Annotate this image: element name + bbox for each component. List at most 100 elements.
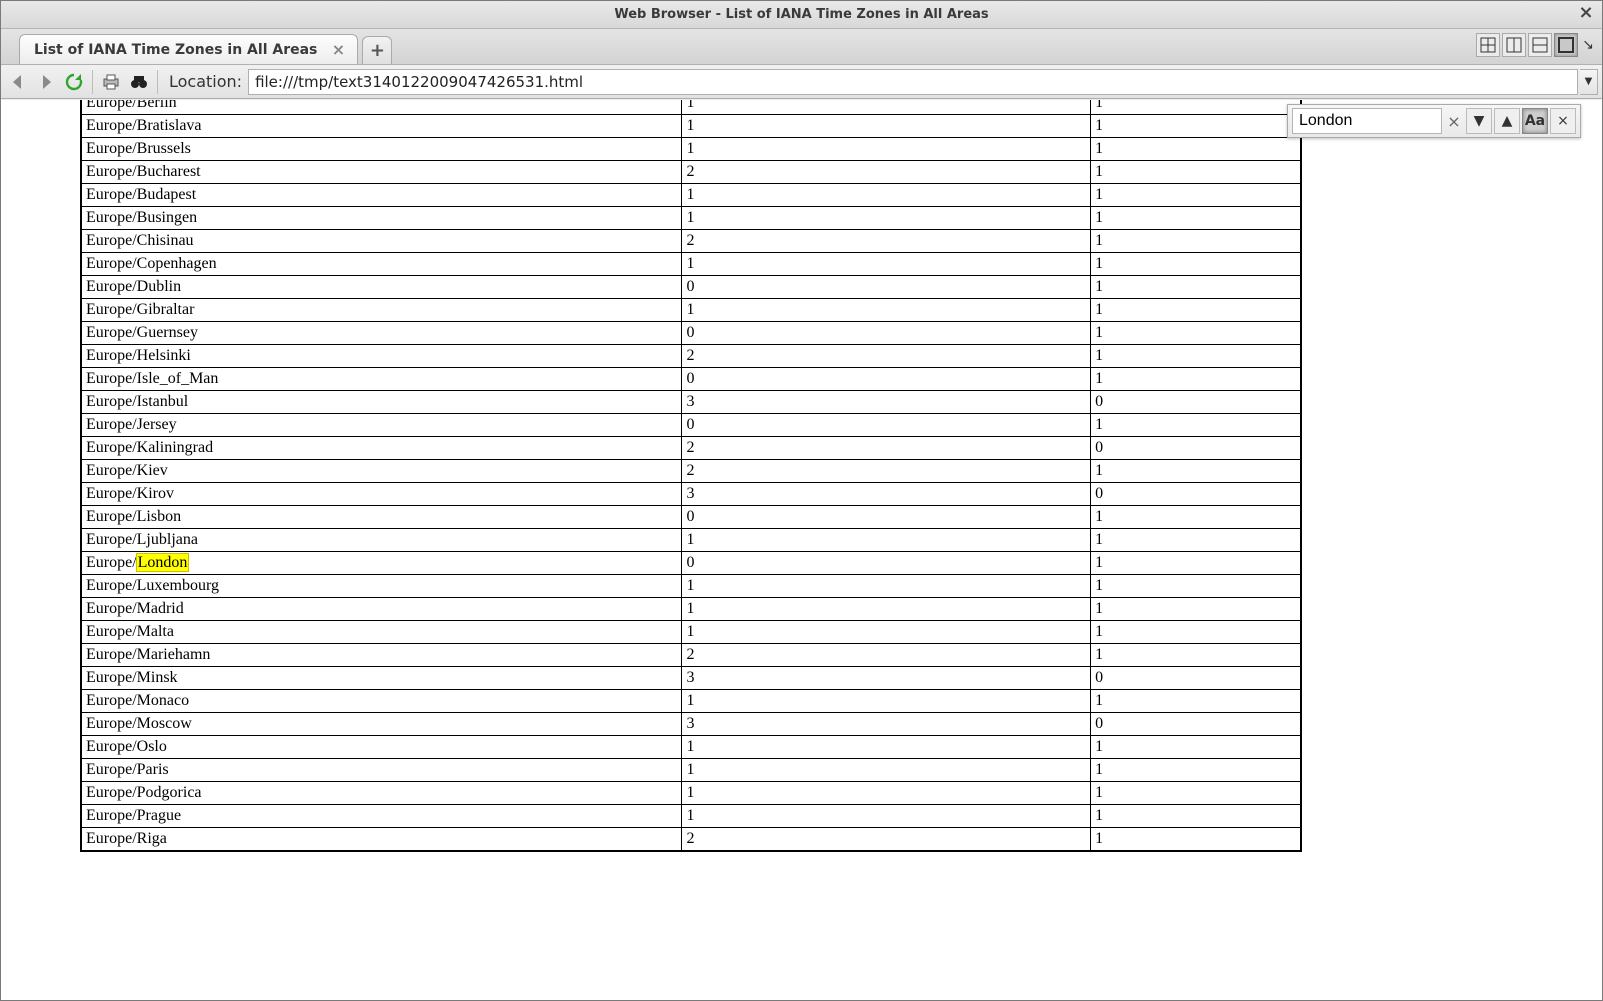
table-row: Europe/Istanbul30 [81, 391, 1301, 414]
forward-button[interactable] [33, 69, 59, 95]
tz-name-cell: Europe/Jersey [81, 414, 682, 437]
print-button[interactable] [98, 69, 124, 95]
toolbar-separator [92, 70, 93, 94]
tz-col3-cell: 1 [1091, 736, 1301, 759]
grid-icon [1480, 37, 1496, 53]
tz-col2-cell: 2 [682, 828, 1091, 852]
table-row: Europe/Bucharest21 [81, 161, 1301, 184]
find-case-toggle[interactable]: Aa [1522, 108, 1548, 134]
tz-col3-cell: 1 [1091, 805, 1301, 828]
window-titlebar: Web Browser - List of IANA Time Zones in… [1, 1, 1602, 29]
tz-name-cell: Europe/Chisinau [81, 230, 682, 253]
find-input[interactable] [1292, 108, 1442, 134]
table-row: Europe/Malta11 [81, 621, 1301, 644]
table-row: Europe/Prague11 [81, 805, 1301, 828]
table-row: Europe/Guernsey01 [81, 322, 1301, 345]
tz-col3-cell: 0 [1091, 391, 1301, 414]
tab-overflow-button[interactable]: ↘ [1580, 37, 1596, 53]
find-next-button[interactable]: ▼ [1466, 108, 1492, 134]
table-row: Europe/Copenhagen11 [81, 253, 1301, 276]
tz-col3-cell: 1 [1091, 414, 1301, 437]
tz-col2-cell: 2 [682, 230, 1091, 253]
location-dropdown-button[interactable]: ▼ [1580, 69, 1598, 95]
table-row: Europe/London01 [81, 552, 1301, 575]
tz-col3-cell: 1 [1091, 644, 1301, 667]
tz-name-cell: Europe/Guernsey [81, 322, 682, 345]
back-button[interactable] [5, 69, 31, 95]
window-close-button[interactable]: × [1576, 3, 1596, 23]
location-input[interactable] [248, 69, 1578, 95]
tz-col3-cell: 0 [1091, 713, 1301, 736]
tz-name-cell: Europe/Berlin [81, 100, 682, 115]
nav-toolbar: Location: ▼ [1, 65, 1602, 99]
tz-col2-cell: 1 [682, 299, 1091, 322]
table-row: Europe/Moscow30 [81, 713, 1301, 736]
find-clear-button[interactable]: × [1444, 112, 1464, 131]
table-row: Europe/Monaco11 [81, 690, 1301, 713]
table-row: Europe/Gibraltar11 [81, 299, 1301, 322]
table-row: Europe/Kirov30 [81, 483, 1301, 506]
table-row: Europe/Dublin01 [81, 276, 1301, 299]
tz-name-cell: Europe/Helsinki [81, 345, 682, 368]
tz-col3-cell: 1 [1091, 115, 1301, 138]
find-prev-button[interactable]: ▲ [1494, 108, 1520, 134]
tz-col2-cell: 1 [682, 253, 1091, 276]
printer-icon [101, 72, 121, 92]
tz-col2-cell: 2 [682, 437, 1091, 460]
split-vertical-icon [1506, 37, 1522, 53]
new-tab-button[interactable]: + [362, 36, 392, 64]
table-row: Europe/Minsk30 [81, 667, 1301, 690]
table-row: Europe/Helsinki21 [81, 345, 1301, 368]
tz-col2-cell: 1 [682, 598, 1091, 621]
table-row: Europe/Lisbon01 [81, 506, 1301, 529]
find-button[interactable] [126, 69, 152, 95]
split-horizontal-button[interactable] [1528, 33, 1552, 57]
tz-col2-cell: 3 [682, 713, 1091, 736]
table-row: Europe/Chisinau21 [81, 230, 1301, 253]
tz-col3-cell: 1 [1091, 506, 1301, 529]
split-grid-button[interactable] [1476, 33, 1500, 57]
tz-col2-cell: 1 [682, 529, 1091, 552]
tz-name-cell: Europe/Istanbul [81, 391, 682, 414]
table-row: Europe/Berlin11 [81, 100, 1301, 115]
tz-col3-cell: 1 [1091, 299, 1301, 322]
reload-button[interactable] [61, 69, 87, 95]
tab-active[interactable]: List of IANA Time Zones in All Areas × [19, 34, 358, 64]
table-row: Europe/Paris11 [81, 759, 1301, 782]
tz-col2-cell: 1 [682, 115, 1091, 138]
tz-col3-cell: 0 [1091, 483, 1301, 506]
tz-col2-cell: 1 [682, 100, 1091, 115]
tz-col3-cell: 1 [1091, 276, 1301, 299]
tz-col3-cell: 1 [1091, 529, 1301, 552]
tz-col3-cell: 1 [1091, 322, 1301, 345]
binoculars-icon [129, 72, 149, 92]
tz-col2-cell: 1 [682, 736, 1091, 759]
split-view-controls: ↘ [1476, 33, 1596, 57]
tz-name-cell: Europe/Kiev [81, 460, 682, 483]
tz-name-cell: Europe/Lisbon [81, 506, 682, 529]
tz-col3-cell: 1 [1091, 161, 1301, 184]
tab-close-button[interactable]: × [329, 40, 347, 59]
tz-col2-cell: 2 [682, 161, 1091, 184]
tz-col2-cell: 3 [682, 667, 1091, 690]
tz-name-cell: Europe/Brussels [81, 138, 682, 161]
tz-col2-cell: 1 [682, 805, 1091, 828]
page-scroll-area[interactable]: Europe/Berlin11Europe/Bratislava11Europe… [2, 100, 1601, 999]
tz-col3-cell: 1 [1091, 138, 1301, 161]
split-vertical-button[interactable] [1502, 33, 1526, 57]
tab-strip: List of IANA Time Zones in All Areas × +… [1, 29, 1602, 65]
tz-col3-cell: 1 [1091, 690, 1301, 713]
table-row: Europe/Jersey01 [81, 414, 1301, 437]
split-none-button[interactable] [1554, 33, 1578, 57]
split-horizontal-icon [1532, 37, 1548, 53]
tz-col2-cell: 1 [682, 621, 1091, 644]
find-close-button[interactable]: × [1550, 108, 1576, 134]
tz-col3-cell: 1 [1091, 598, 1301, 621]
timezone-table: Europe/Berlin11Europe/Bratislava11Europe… [80, 100, 1302, 852]
table-row: Europe/Riga21 [81, 828, 1301, 852]
table-row: Europe/Luxembourg11 [81, 575, 1301, 598]
tz-name-cell: Europe/Oslo [81, 736, 682, 759]
tz-col2-cell: 1 [682, 782, 1091, 805]
table-row: Europe/Mariehamn21 [81, 644, 1301, 667]
reload-icon [64, 72, 84, 92]
